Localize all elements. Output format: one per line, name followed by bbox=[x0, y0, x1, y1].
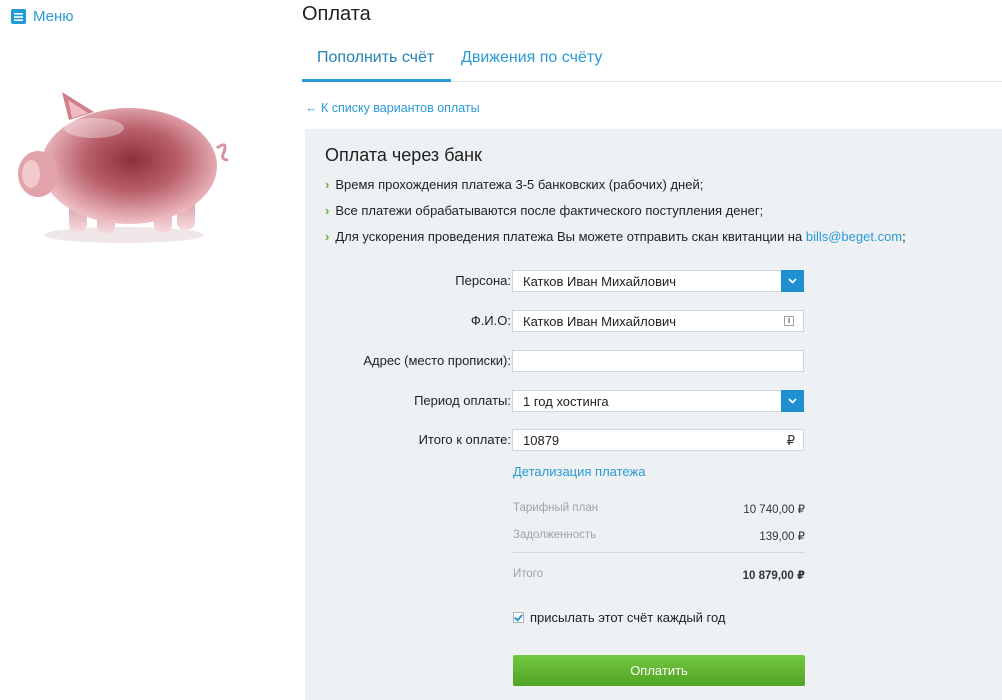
total-value: 10879 bbox=[523, 433, 560, 448]
total-label: Итого к оплате: bbox=[418, 432, 511, 447]
info-item: › Для ускорения проведения платежа Вы мож… bbox=[325, 229, 906, 244]
details-divider bbox=[513, 552, 805, 553]
person-row: Персона: Катков Иван Михайлович bbox=[305, 270, 1002, 292]
tab-account-history[interactable]: Движения по счёту bbox=[461, 49, 602, 67]
address-input[interactable] bbox=[512, 350, 804, 372]
period-row: Период оплаты: 1 год хостинга bbox=[305, 390, 1002, 412]
email-link[interactable]: bills@beget.com bbox=[806, 229, 902, 244]
address-label: Адрес (место прописки): bbox=[363, 353, 511, 368]
payment-details-link[interactable]: Детализация платежа bbox=[513, 464, 645, 479]
pay-button[interactable]: Оплатить bbox=[513, 655, 805, 686]
person-value: Катков Иван Михайлович bbox=[523, 274, 677, 289]
checkbox-label: присылать этот счёт каждый год bbox=[530, 610, 726, 625]
fio-input[interactable]: Катков Иван Михайлович bbox=[512, 310, 804, 332]
detail-total-row: Итого 10 879,00 ₽ bbox=[513, 568, 805, 584]
menu-label: Меню bbox=[33, 8, 74, 25]
hamburger-icon bbox=[11, 9, 26, 24]
period-label: Период оплаты: bbox=[414, 393, 511, 408]
active-tab-indicator bbox=[302, 79, 451, 82]
checkbox-checked-icon[interactable] bbox=[513, 612, 524, 623]
total-amount-input[interactable]: 10879 ₽ bbox=[512, 429, 804, 451]
person-select[interactable]: Катков Иван Михайлович bbox=[512, 270, 804, 292]
yearly-invoice-checkbox[interactable]: присылать этот счёт каждый год bbox=[513, 610, 726, 625]
fio-label: Ф.И.О: bbox=[470, 313, 511, 328]
detail-total-value: 10 879,00 ₽ bbox=[742, 570, 805, 582]
id-card-icon[interactable] bbox=[784, 316, 794, 326]
bullet-chevron-icon: › bbox=[325, 229, 330, 244]
detail-total-label: Итого bbox=[513, 568, 544, 580]
detail-value: 10 740,00 ₽ bbox=[743, 504, 805, 516]
chevron-down-icon[interactable] bbox=[781, 270, 804, 292]
piggy-bank-illustration bbox=[18, 92, 229, 243]
tab-top-up[interactable]: Пополнить счёт bbox=[317, 49, 434, 67]
info-list: › Время прохождения платежа 3-5 банковски… bbox=[325, 176, 906, 254]
bank-payment-panel: Оплата через банк › Время прохождения пла… bbox=[305, 129, 1002, 700]
info-item: › Время прохождения платежа 3-5 банковски… bbox=[325, 177, 704, 192]
bullet-chevron-icon: › bbox=[325, 177, 330, 192]
detail-value: 139,00 ₽ bbox=[759, 531, 805, 543]
detail-row: Задолженность 139,00 ₽ bbox=[513, 529, 805, 545]
period-value: 1 год хостинга bbox=[523, 394, 609, 409]
detail-label: Задолженность bbox=[513, 529, 597, 541]
period-select[interactable]: 1 год хостинга bbox=[512, 390, 804, 412]
address-row: Адрес (место прописки): bbox=[305, 350, 1002, 372]
page-title: Оплата bbox=[302, 3, 371, 25]
bullet-chevron-icon: › bbox=[325, 203, 330, 218]
chevron-down-icon[interactable] bbox=[781, 390, 804, 412]
person-label: Персона: bbox=[455, 273, 511, 288]
panel-title: Оплата через банк bbox=[325, 145, 482, 165]
back-to-payment-options-link[interactable]: ← К списку вариантов оплаты bbox=[305, 101, 480, 115]
fio-row: Ф.И.О: Катков Иван Михайлович bbox=[305, 310, 1002, 332]
menu-button[interactable]: Меню bbox=[11, 8, 74, 25]
detail-label: Тарифный план bbox=[513, 502, 599, 514]
detail-row: Тарифный план 10 740,00 ₽ bbox=[513, 502, 805, 518]
total-row: Итого к оплате: 10879 ₽ bbox=[305, 429, 1002, 451]
ruble-sign: ₽ bbox=[786, 433, 795, 448]
info-item: › Все платежи обрабатываются после фактич… bbox=[325, 203, 764, 218]
tab-bar: Пополнить счёт Движения по счёту bbox=[302, 38, 1002, 82]
fio-value: Катков Иван Михайлович bbox=[523, 314, 677, 329]
